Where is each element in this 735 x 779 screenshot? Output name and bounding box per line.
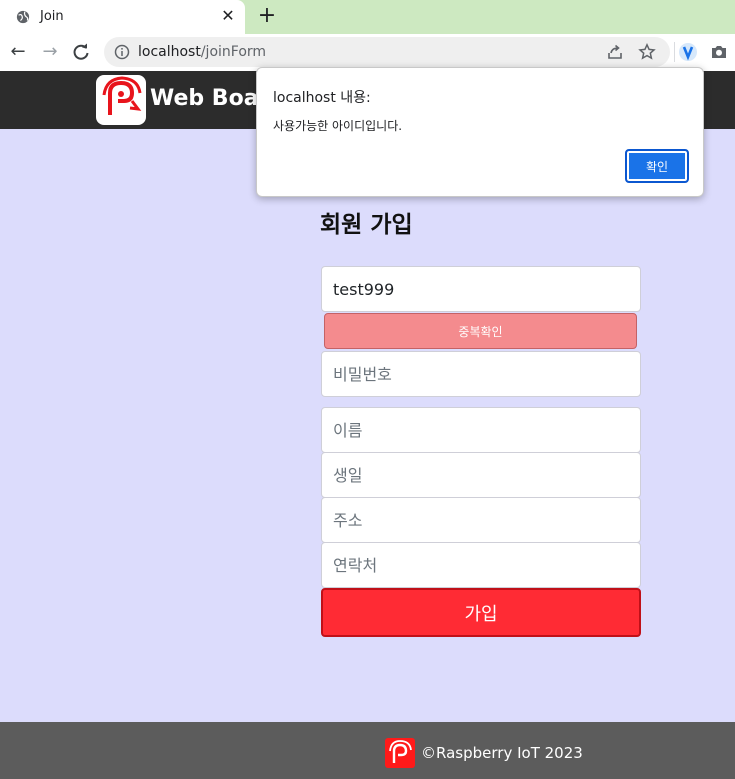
address-bar[interactable]: localhost/joinForm [104, 37, 670, 67]
globe-icon [16, 10, 30, 24]
tab-join[interactable]: Join ✕ [0, 0, 245, 34]
alert-dialog: localhost 내용: 사용가능한 아이디입니다. 확인 [256, 67, 704, 197]
tab-title: Join [40, 9, 64, 24]
reload-icon[interactable] [71, 42, 91, 62]
phone-input[interactable] [321, 542, 641, 588]
new-tab-icon[interactable]: + [256, 5, 278, 27]
name-input[interactable] [321, 407, 641, 453]
browser-toolbar: ← → localhost/joinForm [0, 34, 735, 71]
info-icon[interactable] [114, 44, 130, 60]
userid-input[interactable] [321, 266, 641, 312]
duplicate-check-button[interactable]: 중복확인 [324, 313, 637, 349]
password-input[interactable] [321, 351, 641, 397]
footer-logo-icon [385, 738, 415, 768]
dialog-title: localhost 내용: [273, 90, 371, 106]
birth-input[interactable] [321, 452, 641, 498]
url-text: localhost/joinForm [138, 44, 267, 60]
browser-tabbar: Join ✕ + [0, 0, 735, 34]
raspberry-logo[interactable] [96, 75, 146, 125]
dialog-message: 사용가능한 아이디입니다. [273, 119, 403, 133]
back-icon[interactable]: ← [6, 40, 30, 64]
footer-copyright: ©Raspberry IoT 2023 [421, 744, 583, 762]
join-submit-button[interactable]: 가입 [321, 588, 641, 637]
star-icon[interactable] [638, 43, 656, 61]
site-footer: ©Raspberry IoT 2023 [0, 722, 735, 779]
extension-v-icon[interactable] [678, 42, 698, 62]
forward-icon[interactable]: → [38, 40, 62, 64]
address-input[interactable] [321, 497, 641, 543]
toolbar-divider [674, 42, 675, 62]
camera-icon[interactable] [709, 42, 729, 62]
share-icon[interactable] [606, 43, 624, 61]
dialog-ok-button[interactable]: 확인 [625, 149, 689, 183]
logo-icon [102, 76, 142, 115]
site-title[interactable]: Web Boar [150, 86, 269, 111]
page-title: 회원 가입 [320, 212, 413, 238]
close-icon[interactable]: ✕ [219, 7, 237, 25]
